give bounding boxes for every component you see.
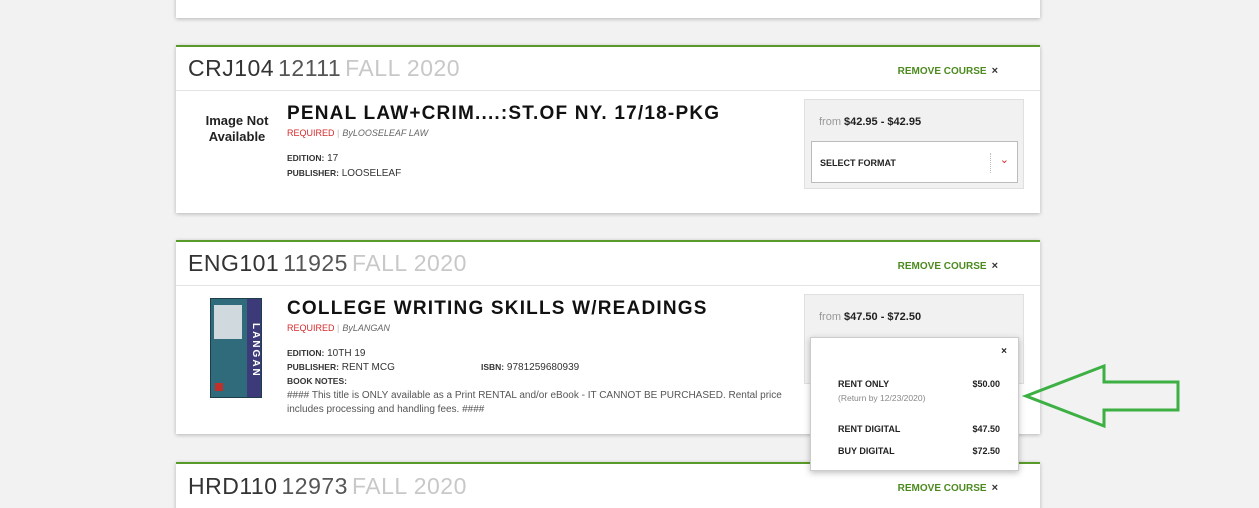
publisher-label: PUBLISHER: [287, 362, 339, 372]
book-requirement: REQUIRED | ByLOOSELEAF LAW [287, 128, 429, 138]
annotation-arrow-icon [1022, 363, 1180, 429]
option-rent-digital[interactable]: RENT DIGITAL $47.50 [838, 424, 1000, 434]
option-price: $47.50 [972, 424, 1000, 434]
cover-photo [214, 305, 242, 339]
course-term: FALL 2020 [345, 55, 461, 81]
course-header: ENG101 11925 FALL 2020 REMOVE COURSE × [176, 242, 1040, 286]
option-return-note: (Return by 12/23/2020) [838, 393, 926, 403]
remove-course-label: REMOVE COURSE [897, 66, 987, 77]
course-card-crj104: CRJ104 12111 FALL 2020 REMOVE COURSE × Imag… [176, 45, 1040, 213]
publisher-label: PUBLISHER: [287, 168, 339, 178]
course-section: 11925 [283, 250, 348, 276]
book-cover-image[interactable]: LANGAN [210, 298, 262, 398]
course-title: ENG101 11925 FALL 2020 [188, 250, 467, 277]
price-box: from $42.95 - $42.95 SELECT FORMAT ⌄ [804, 99, 1024, 189]
book-notes-label-text: BOOK NOTES: [287, 376, 347, 386]
image-not-available: Image Not Available [205, 113, 269, 144]
publisher-logo [215, 383, 223, 391]
book-item: Image Not Available PENAL LAW+CRIM....:S… [176, 91, 1040, 215]
publisher-value: RENT MCG [341, 362, 395, 373]
dropdown-divider [990, 153, 991, 173]
remove-course-button[interactable]: REMOVE COURSE × [898, 65, 998, 77]
course-title: HRD110 12973 FALL 2020 [188, 473, 467, 500]
book-notes: #### This title is ONLY available as a P… [287, 390, 782, 415]
cover-spine-text: LANGAN [247, 299, 261, 397]
course-code: ENG101 [188, 250, 280, 276]
course-term: FALL 2020 [351, 250, 467, 276]
edition-label: EDITION: [287, 153, 325, 163]
edition-label: EDITION: [287, 348, 325, 358]
price-range-value: $42.95 - $42.95 [844, 116, 922, 128]
price-range-value: $47.50 - $72.50 [844, 311, 922, 323]
isbn-label: ISBN: [481, 362, 505, 372]
book-notes-label: BOOK NOTES: [287, 376, 347, 387]
option-rent-only[interactable]: RENT ONLY $50.00 (Return by 12/23/2020) [838, 379, 1000, 403]
price-range: from $42.95 - $42.95 [819, 116, 921, 128]
edition-row: EDITION: 10TH 19 [287, 348, 365, 359]
option-price: $72.50 [972, 446, 1000, 456]
format-options-popup: × RENT ONLY $50.00 (Return by 12/23/2020… [810, 337, 1019, 471]
remove-course-label: REMOVE COURSE [897, 261, 987, 272]
isbn-value: 9781259680939 [506, 362, 580, 373]
book-title[interactable]: PENAL LAW+CRIM....:ST.OF NY. 17/18-PKG [287, 103, 720, 125]
book-title[interactable]: COLLEGE WRITING SKILLS W/READINGS [287, 298, 708, 320]
course-section: 12973 [281, 472, 348, 499]
course-code: CRJ104 [188, 55, 275, 81]
publisher-row: PUBLISHER: RENT MCG [287, 362, 395, 373]
required-label: REQUIRED [287, 128, 335, 138]
course-title: CRJ104 12111 FALL 2020 [188, 55, 460, 82]
close-icon: × [991, 65, 998, 77]
course-header: CRJ104 12111 FALL 2020 REMOVE COURSE × [176, 47, 1040, 91]
isbn-row: ISBN: 9781259680939 [481, 362, 579, 373]
select-format-dropdown[interactable]: SELECT FORMAT ⌄ [811, 141, 1018, 183]
edition-value: 17 [327, 153, 339, 164]
edition-value: 10TH 19 [327, 348, 366, 359]
publisher-value: LOOSELEAF [341, 168, 402, 179]
publisher-row: PUBLISHER: LOOSELEAF [287, 168, 401, 179]
select-format-label: SELECT FORMAT [820, 158, 896, 168]
remove-course-button[interactable]: REMOVE COURSE × [898, 260, 998, 272]
option-price: $50.00 [972, 379, 1000, 389]
course-term: FALL 2020 [351, 472, 467, 499]
price-from-label: from [819, 116, 841, 128]
author: ByLOOSELEAF LAW [342, 128, 429, 138]
previous-course-card [176, 0, 1040, 18]
close-popup-icon[interactable]: × [1001, 346, 1007, 357]
required-label: REQUIRED [287, 323, 335, 333]
remove-course-button[interactable]: REMOVE COURSE × [898, 482, 998, 494]
author: ByLANGAN [342, 323, 390, 333]
chevron-down-icon: ⌄ [999, 154, 1009, 166]
course-code: HRD110 [188, 472, 278, 499]
price-range: from $47.50 - $72.50 [819, 311, 921, 323]
close-icon: × [991, 260, 998, 272]
option-buy-digital[interactable]: BUY DIGITAL $72.50 [838, 446, 1000, 456]
book-requirement: REQUIRED | ByLANGAN [287, 323, 390, 333]
remove-course-label: REMOVE COURSE [897, 483, 987, 494]
price-from-label: from [819, 311, 841, 323]
edition-row: EDITION: 17 [287, 153, 338, 164]
course-section: 12111 [278, 55, 342, 81]
close-icon: × [991, 482, 998, 494]
